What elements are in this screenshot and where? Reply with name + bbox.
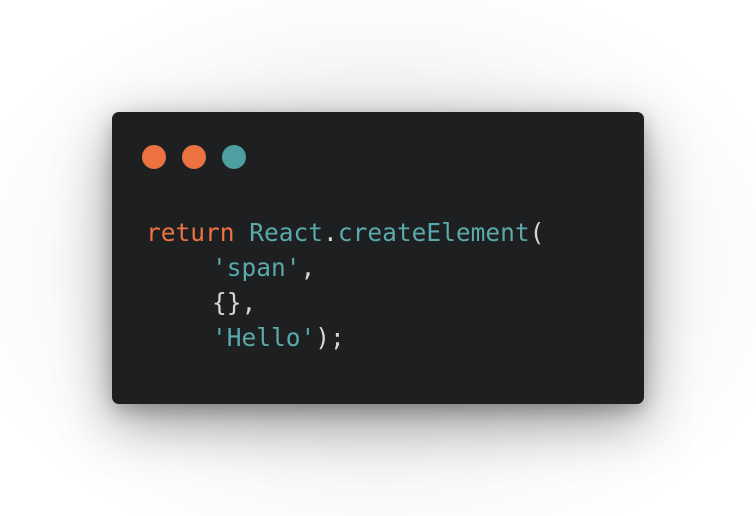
maximize-dot-icon: [222, 145, 246, 169]
hello-string: 'Hello': [212, 323, 316, 352]
dot-operator: .: [323, 218, 338, 247]
close-dot-icon: [142, 145, 166, 169]
open-paren: (: [529, 218, 545, 247]
code-window: return React.createElement('span', {}, 'He…: [112, 112, 644, 404]
window-controls: [142, 145, 246, 169]
code-block: return React.createElement('span', {}, 'He…: [146, 215, 544, 355]
code-line-1: return React.createElement(: [146, 215, 544, 250]
react-identifier: React: [249, 218, 324, 247]
comma: ,: [300, 253, 316, 282]
empty-object: {}: [212, 288, 242, 317]
return-keyword: return: [146, 218, 235, 247]
code-line-4: 'Hello');: [146, 320, 544, 355]
create-element-method: createElement: [337, 218, 530, 247]
close-paren-semicolon: );: [315, 323, 345, 352]
minimize-dot-icon: [182, 145, 206, 169]
span-string: 'span': [212, 253, 301, 282]
comma: ,: [241, 288, 257, 317]
code-line-3: {},: [146, 285, 544, 320]
code-line-2: 'span',: [146, 250, 544, 285]
